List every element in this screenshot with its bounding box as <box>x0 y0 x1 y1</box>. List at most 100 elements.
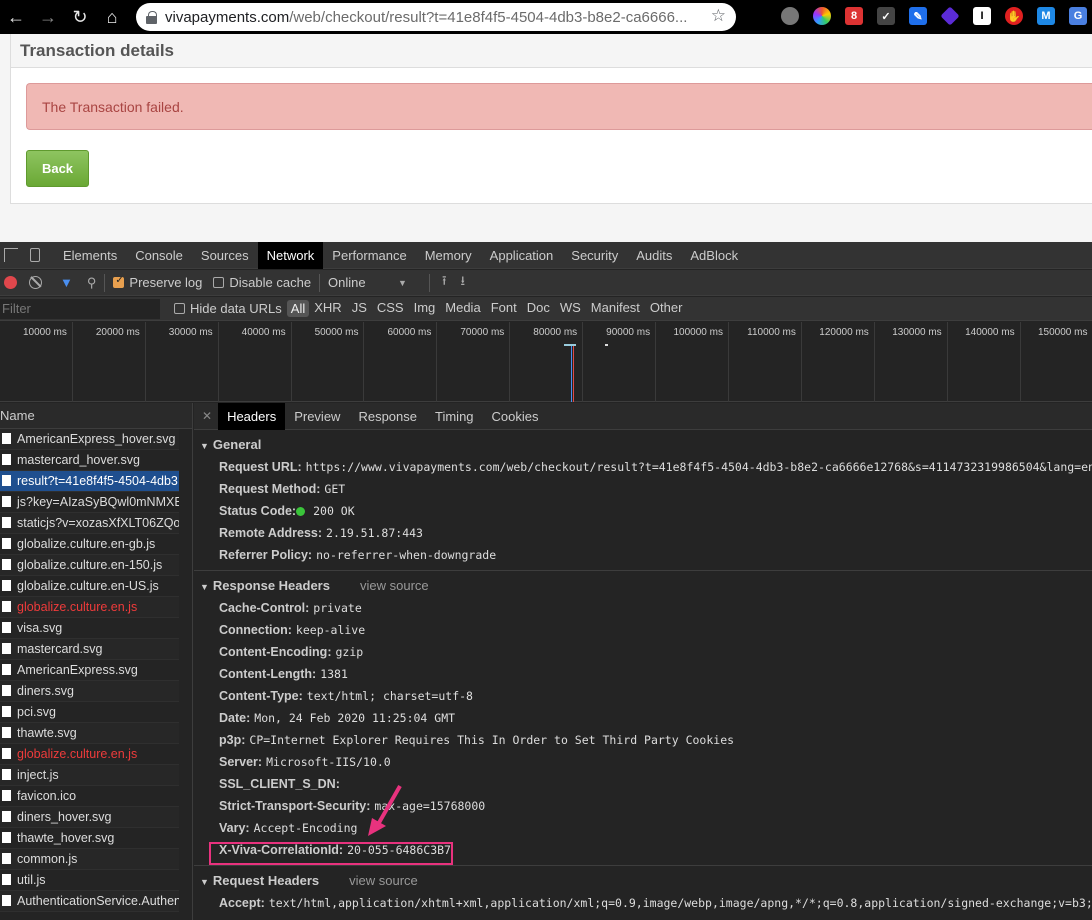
tab-sources[interactable]: Sources <box>192 242 258 269</box>
reload-icon[interactable]: ↻ <box>68 5 92 29</box>
request-row[interactable]: thawte.svg <box>0 723 179 744</box>
timeline-tick: 30000 ms <box>146 322 219 402</box>
filter-type-js[interactable]: JS <box>347 300 372 317</box>
filter-type-css[interactable]: CSS <box>372 300 409 317</box>
preserve-log-checkbox[interactable]: Preserve log <box>113 275 202 290</box>
throttle-select[interactable]: Online <box>328 275 398 290</box>
back-button[interactable]: Back <box>26 150 89 187</box>
header-key: Connection: <box>219 623 292 637</box>
instapaper-extension-icon[interactable]: I <box>973 7 991 25</box>
filter-type-other[interactable]: Other <box>645 300 688 317</box>
filter-type-doc[interactable]: Doc <box>522 300 555 317</box>
export-har-icon[interactable]: ⭳ <box>461 272 466 294</box>
tab-memory[interactable]: Memory <box>416 242 481 269</box>
request-row[interactable]: result?t=41e8f4f5-4504-4db3. <box>0 471 179 492</box>
subtab-headers[interactable]: Headers <box>218 402 286 430</box>
header-key: Content-Encoding: <box>219 645 332 659</box>
filter-type-manifest[interactable]: Manifest <box>586 300 645 317</box>
request-row[interactable]: inject.js <box>0 765 179 786</box>
close-icon[interactable]: ✕ <box>194 409 218 423</box>
diamond-extension-icon[interactable] <box>940 6 960 26</box>
checklist-extension-icon[interactable]: ✓ <box>877 7 895 25</box>
file-icon <box>2 664 11 675</box>
request-name: mastercard.svg <box>17 642 103 656</box>
subtab-preview[interactable]: Preview <box>285 403 349 430</box>
devtools-panel: Elements Console Sources Network Performance… <box>0 241 1092 920</box>
file-icon <box>2 790 11 801</box>
address-bar[interactable]: vivapayments.com/web/checkout/result?t=4… <box>136 3 736 31</box>
pen-extension-icon[interactable]: ✎ <box>909 7 927 25</box>
request-row[interactable]: diners_hover.svg <box>0 807 179 828</box>
hide-data-urls-checkbox[interactable]: Hide data URLs <box>174 301 282 316</box>
request-headers-section-title[interactable]: ▼ Request Headers view source <box>194 870 1092 892</box>
clear-icon[interactable] <box>29 276 42 289</box>
request-row[interactable]: diners.svg <box>0 681 179 702</box>
tab-audits[interactable]: Audits <box>627 242 681 269</box>
file-icon <box>2 832 11 843</box>
timeline-tick: 10000 ms <box>0 322 73 402</box>
m-extension-icon[interactable]: M <box>1037 7 1055 25</box>
device-toggle-icon[interactable] <box>30 248 40 262</box>
filter-type-media[interactable]: Media <box>440 300 485 317</box>
expand-triangle-icon: ▼ <box>200 582 209 592</box>
color-picker-extension-icon[interactable] <box>813 7 831 25</box>
tab-elements[interactable]: Elements <box>54 242 126 269</box>
hand-extension-icon[interactable]: ✋ <box>1005 7 1023 25</box>
request-name: pci.svg <box>17 705 56 719</box>
request-row[interactable]: favicon.ico <box>0 786 179 807</box>
name-column-header[interactable]: Name <box>0 403 192 429</box>
subtab-cookies[interactable]: Cookies <box>483 403 548 430</box>
request-row[interactable]: AmericanExpress_hover.svg <box>0 429 179 450</box>
home-icon[interactable]: ⌂ <box>100 5 124 29</box>
filter-input[interactable]: Filter <box>0 298 160 319</box>
filter-type-ws[interactable]: WS <box>555 300 586 317</box>
request-row[interactable]: util.js <box>0 870 179 891</box>
bookmark-star-icon[interactable]: ☆ <box>706 6 726 26</box>
request-row[interactable]: js?key=AIzaSyBQwl0mNMXE. <box>0 492 179 513</box>
request-row[interactable]: visa.svg <box>0 618 179 639</box>
tab-security[interactable]: Security <box>562 242 627 269</box>
general-section-title[interactable]: ▼ General <box>194 434 1092 456</box>
disable-cache-checkbox[interactable]: Disable cache <box>213 275 311 290</box>
timeline-tick: 50000 ms <box>292 322 365 402</box>
back-arrow-icon[interactable]: ← <box>4 5 28 29</box>
request-row[interactable]: globalize.culture.en-150.js <box>0 555 179 576</box>
request-row[interactable]: mastercard_hover.svg <box>0 450 179 471</box>
request-row[interactable]: AmericanExpress.svg <box>0 660 179 681</box>
tab-application[interactable]: Application <box>481 242 563 269</box>
record-icon[interactable] <box>4 276 17 289</box>
view-source-link[interactable]: view source <box>349 873 418 888</box>
import-har-icon[interactable]: ⭱ <box>442 272 447 294</box>
request-row[interactable]: thawte_hover.svg <box>0 828 179 849</box>
subtab-response[interactable]: Response <box>349 403 426 430</box>
response-headers-section-title[interactable]: ▼ Response Headers view source <box>194 575 1092 597</box>
request-row[interactable]: pci.svg <box>0 702 179 723</box>
filter-icon[interactable]: ▼ <box>60 275 73 290</box>
tab-console[interactable]: Console <box>126 242 192 269</box>
filter-type-font[interactable]: Font <box>486 300 522 317</box>
tab-network[interactable]: Network <box>257 241 324 269</box>
calendar-extension-icon[interactable]: 8 <box>845 7 863 25</box>
request-row[interactable]: globalize.culture.en-US.js <box>0 576 179 597</box>
extension-icon[interactable] <box>781 7 799 25</box>
inspect-icon[interactable] <box>4 248 18 262</box>
filter-type-img[interactable]: Img <box>409 300 441 317</box>
request-row[interactable]: globalize.culture.en-gb.js <box>0 534 179 555</box>
search-icon[interactable]: ⚲ <box>87 275 97 291</box>
request-row[interactable]: globalize.culture.en.js <box>0 597 179 618</box>
request-row[interactable]: globalize.culture.en.js <box>0 744 179 765</box>
request-row[interactable]: AuthenticationService.Authen. <box>0 891 179 912</box>
request-row[interactable]: mastercard.svg <box>0 639 179 660</box>
tab-performance[interactable]: Performance <box>323 242 415 269</box>
request-row[interactable]: staticjs?v=xozasXfXLT06ZQo. <box>0 513 179 534</box>
filter-type-all[interactable]: All <box>286 300 310 317</box>
request-row[interactable]: common.js <box>0 849 179 870</box>
translate-extension-icon[interactable]: G <box>1069 7 1087 25</box>
filter-type-xhr[interactable]: XHR <box>309 300 346 317</box>
subtab-timing[interactable]: Timing <box>426 403 483 430</box>
forward-arrow-icon[interactable]: → <box>36 5 60 29</box>
header-value: keep-alive <box>295 623 366 637</box>
header-row: Request URL: https://www.vivapayments.com… <box>194 456 1092 478</box>
tab-adblock[interactable]: AdBlock <box>681 242 747 269</box>
view-source-link[interactable]: view source <box>360 578 429 593</box>
